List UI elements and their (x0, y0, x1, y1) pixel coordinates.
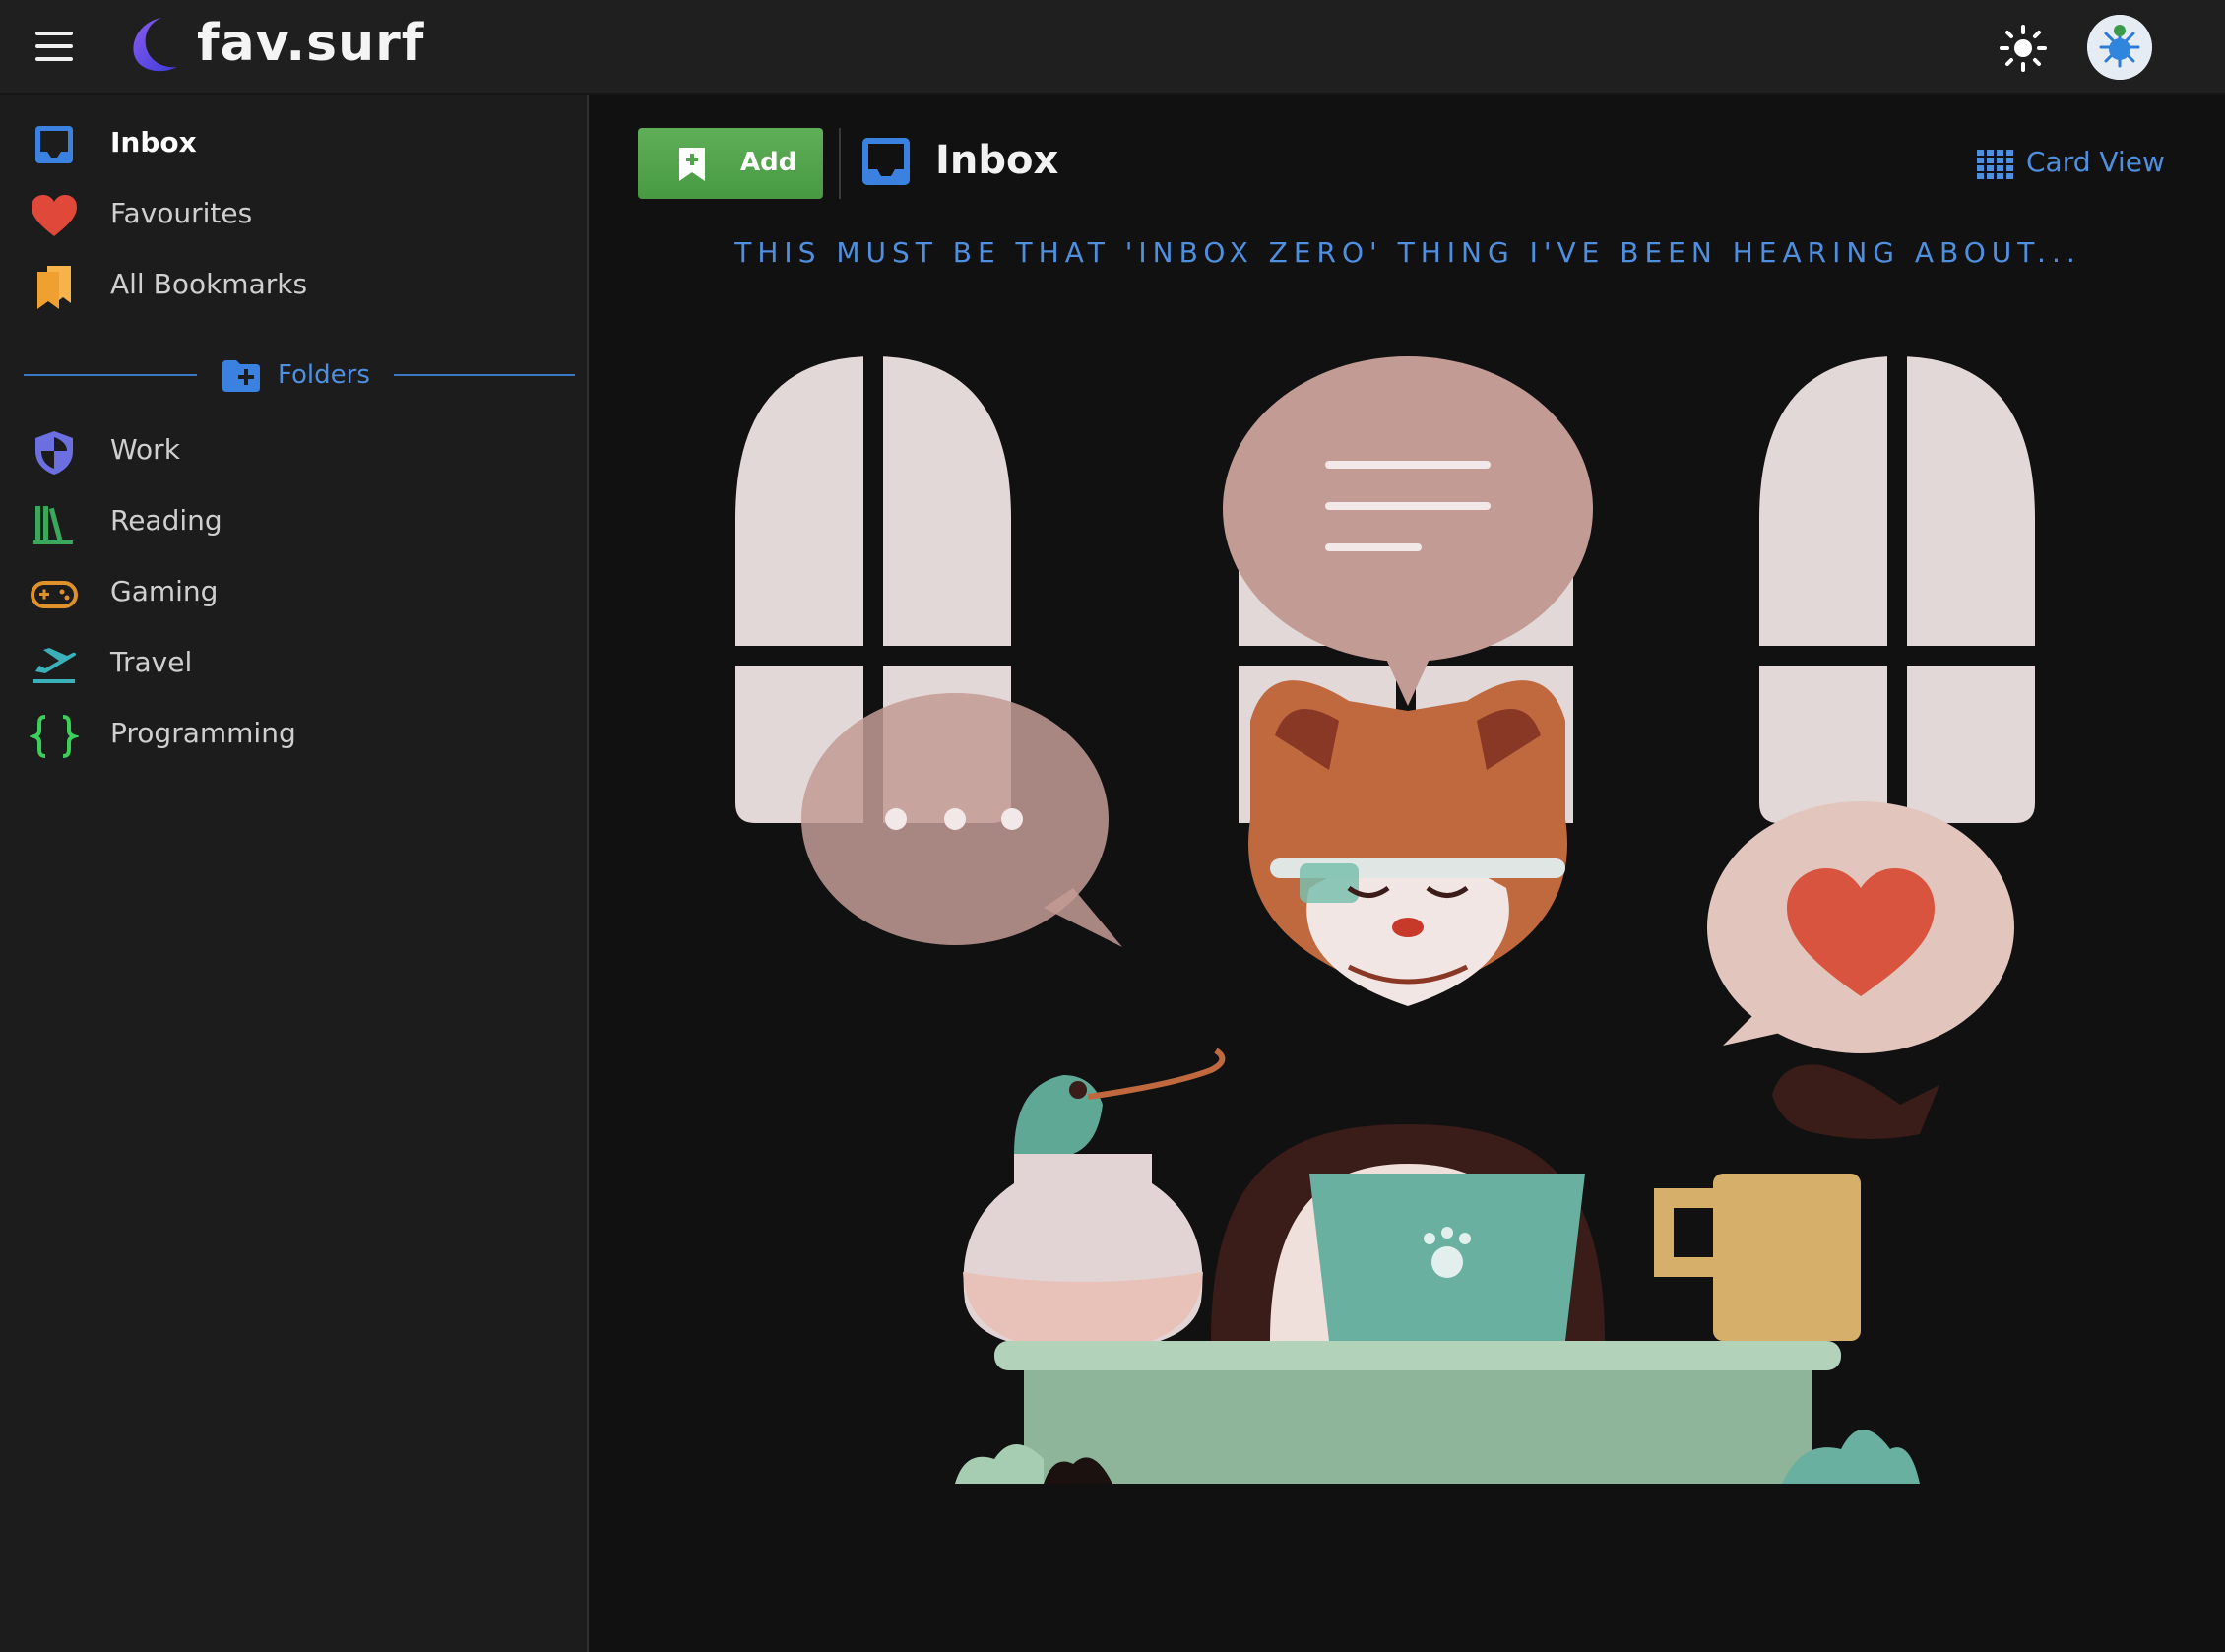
sidebar: Inbox Favourites All Bookmarks Folders W… (0, 95, 589, 1652)
sidebar-item-gaming[interactable]: Gaming (0, 559, 587, 630)
sidebar-item-label: Reading (110, 504, 222, 537)
inbox-zero-cat-illustration (735, 356, 2035, 1484)
folders-label: Folders (278, 360, 370, 390)
heart-icon (32, 195, 77, 236)
top-bar: fav.surf (0, 0, 2225, 95)
sidebar-item-label: Work (110, 433, 180, 466)
divider-line (394, 374, 575, 376)
inbox-icon (35, 126, 73, 163)
page-title: Inbox (935, 138, 1059, 183)
sidebar-item-work[interactable]: Work (0, 417, 587, 488)
hamburger-icon[interactable] (35, 32, 73, 61)
sidebar-item-favourites[interactable]: Favourites (0, 181, 587, 252)
sidebar-item-label: All Bookmarks (110, 268, 308, 300)
gamepad-icon (31, 581, 78, 608)
plane-departure-icon (33, 648, 77, 683)
sidebar-item-all-bookmarks[interactable]: All Bookmarks (0, 252, 587, 323)
add-button-label: Add (740, 148, 797, 177)
divider-line (24, 374, 197, 376)
code-braces-icon (30, 715, 79, 758)
sidebar-item-reading[interactable]: Reading (0, 488, 587, 559)
main-content: Add Inbox Card View THIS MUST BE THAT 'I… (591, 95, 2225, 1652)
toolbar-divider (839, 128, 841, 199)
grid-icon (1977, 150, 2013, 179)
sidebar-item-label: Favourites (110, 197, 253, 229)
add-button[interactable]: Add (638, 128, 823, 199)
sidebar-item-inbox[interactable]: Inbox (0, 110, 587, 181)
sidebar-item-label: Gaming (110, 575, 219, 607)
sun-icon[interactable] (1999, 24, 2048, 73)
sidebar-item-travel[interactable]: Travel (0, 630, 587, 701)
shield-icon (35, 431, 73, 475)
folder-add-icon[interactable] (221, 358, 262, 394)
sidebar-item-label: Inbox (110, 126, 197, 159)
inbox-icon (862, 138, 910, 185)
sidebar-item-label: Travel (110, 646, 193, 678)
bookmarks-icon (37, 266, 71, 309)
empty-state-message: THIS MUST BE THAT 'INBOX ZERO' THING I'V… (734, 236, 2081, 269)
books-icon (33, 506, 73, 544)
sidebar-item-label: Programming (110, 717, 296, 749)
brand-name[interactable]: fav.surf (197, 14, 424, 73)
folders-divider: Folders (24, 350, 575, 400)
moon-logo-icon (133, 18, 177, 72)
card-view-label: Card View (2026, 146, 2165, 178)
avatar[interactable] (2087, 15, 2152, 80)
bookmark-plus-icon (679, 148, 705, 181)
sidebar-item-programming[interactable]: Programming (0, 701, 587, 772)
